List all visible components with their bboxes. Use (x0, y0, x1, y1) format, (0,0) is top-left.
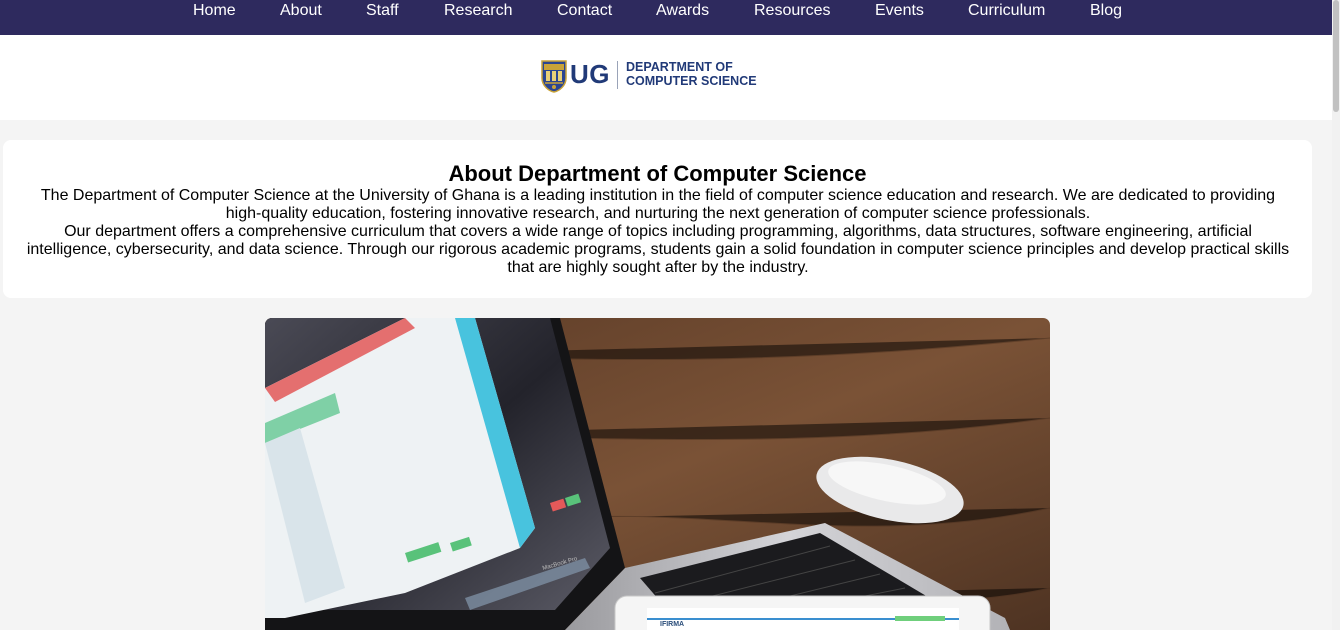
nav-resources-link[interactable]: Resources (754, 0, 830, 22)
logo-divider (617, 61, 618, 89)
nav-blog-link[interactable]: Blog (1090, 0, 1122, 22)
department-logo[interactable]: UG DEPARTMENT OF COMPUTER SCIENCE (541, 59, 771, 95)
logo-dept-line1: DEPARTMENT OF (626, 60, 733, 74)
nav-staff-link[interactable]: Staff (366, 0, 399, 22)
logo-ug-text: UG (570, 59, 610, 89)
nav-awards-link[interactable]: Awards (656, 0, 709, 22)
ug-crest-icon (541, 60, 567, 93)
laptop-desk-illustration: IFIRMA MacBook Pro (265, 318, 1050, 630)
header-logo-bar: UG DEPARTMENT OF COMPUTER SCIENCE (0, 35, 1332, 120)
about-paragraph-1: The Department of Computer Science at th… (40, 187, 1276, 222)
about-title: About Department of Computer Science (448, 161, 867, 186)
page-scrollbar[interactable] (1332, 0, 1340, 630)
tablet-brand-text: IFIRMA (660, 621, 684, 628)
scrollbar-thumb[interactable] (1333, 0, 1339, 112)
logo-department-name: DEPARTMENT OF COMPUTER SCIENCE (626, 60, 757, 88)
nav-contact-link[interactable]: Contact (557, 0, 612, 22)
nav-events-link[interactable]: Events (875, 0, 924, 22)
nav-curriculum-link[interactable]: Curriculum (968, 0, 1045, 22)
about-section: About Department of Computer Science The… (3, 140, 1312, 298)
nav-research-link[interactable]: Research (444, 0, 512, 22)
about-paragraph-2: Our department offers a comprehensive cu… (26, 223, 1290, 276)
hero-image: IFIRMA MacBook Pro (265, 318, 1050, 630)
about-text: The Department of Computer Science at th… (23, 187, 1293, 277)
nav-home-link[interactable]: Home (193, 0, 236, 22)
nav-about-link[interactable]: About (280, 0, 322, 22)
top-navbar: Home About Staff Research Contact Awards… (0, 0, 1332, 35)
logo-dept-line2: COMPUTER SCIENCE (626, 74, 757, 88)
